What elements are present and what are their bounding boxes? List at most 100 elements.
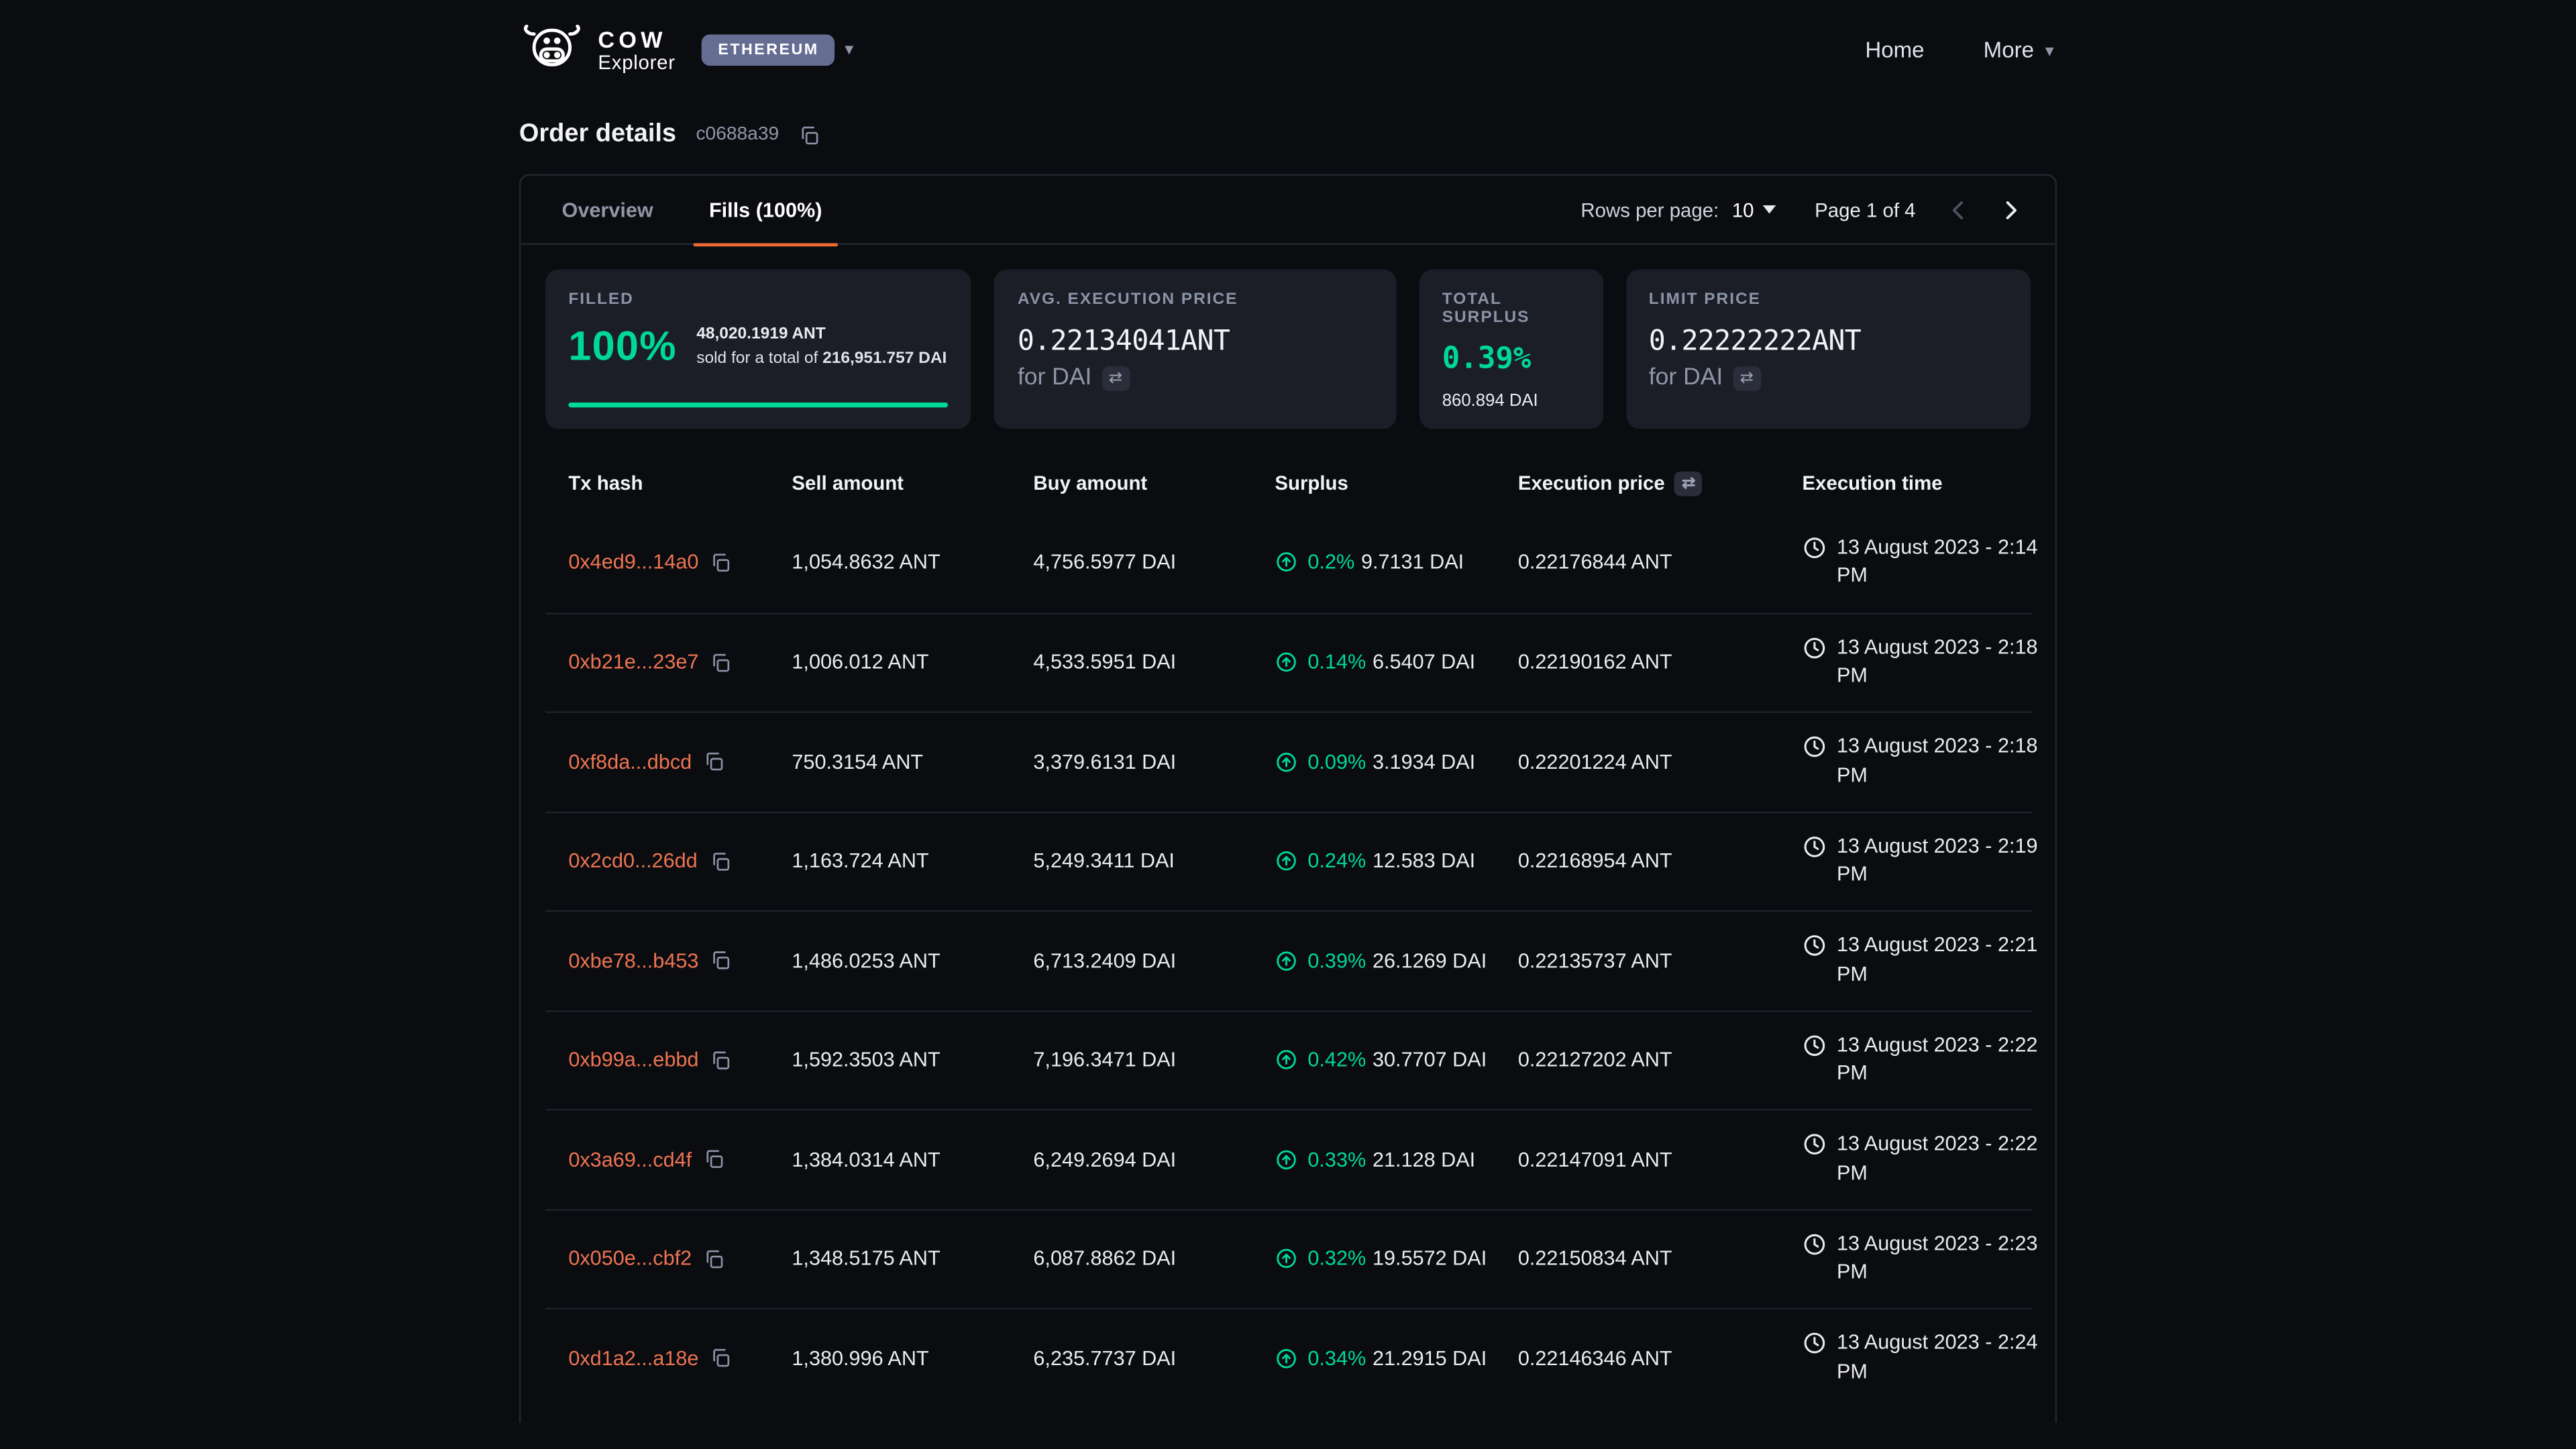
tx-hash-link[interactable]: 0xf8da...dbcd <box>568 751 692 773</box>
execution-price: 0.22190162 ANT <box>1495 651 1780 674</box>
main-nav: Home More▼ <box>1865 38 2057 62</box>
surplus-cell: 0.42% 30.7707 DAI <box>1252 1049 1495 1071</box>
execution-time: 13 August 2023 - 2:18 PM <box>1779 733 2047 791</box>
surplus-amount: 30.7707 DAI <box>1373 1049 1487 1071</box>
rows-per-page-label: Rows per page: <box>1580 198 1719 221</box>
swap-currency-icon[interactable]: ⇄ <box>1733 366 1761 390</box>
execution-time-text: 13 August 2023 - 2:18 PM <box>1837 733 2047 791</box>
network-chevron-down-icon[interactable]: ▼ <box>842 43 857 58</box>
previous-page-button[interactable] <box>1939 190 1978 229</box>
surplus-cell: 0.2% 9.7131 DAI <box>1252 551 1495 574</box>
copy-tx-hash-icon[interactable] <box>710 1049 732 1071</box>
cow-explorer-logo[interactable]: COW Explorer <box>519 23 676 77</box>
clock-icon <box>1803 1132 1827 1157</box>
next-page-button[interactable] <box>1991 190 2031 229</box>
swap-currency-icon[interactable]: ⇄ <box>1102 366 1130 390</box>
copy-tx-hash-icon[interactable] <box>703 751 724 773</box>
clock-icon <box>1803 535 1827 560</box>
page-title: Order details <box>519 120 676 150</box>
surplus-percent: 0.14% <box>1307 651 1366 674</box>
fills-table-header: Tx hash Sell amount Buy amount Surplus E… <box>545 453 2032 513</box>
copy-tx-hash-icon[interactable] <box>710 1348 732 1369</box>
copy-tx-hash-icon[interactable] <box>710 652 732 674</box>
tx-hash-link[interactable]: 0x3a69...cd4f <box>568 1148 692 1171</box>
surplus-amount: 9.7131 DAI <box>1361 551 1464 574</box>
rows-per-page-caret-icon <box>1762 205 1776 213</box>
sell-amount: 1,006.012 ANT <box>769 651 1010 674</box>
tab-overview[interactable]: Overview <box>545 175 669 244</box>
tx-hash-link[interactable]: 0xd1a2...a18e <box>568 1347 698 1370</box>
execution-time: 13 August 2023 - 2:21 PM <box>1779 932 2047 989</box>
logo-text-cow: COW <box>598 28 675 52</box>
execution-time: 13 August 2023 - 2:24 PM <box>1779 1330 2047 1387</box>
surplus-percent: 0.34% <box>1307 1347 1366 1370</box>
surplus-amount: 21.2915 DAI <box>1373 1347 1487 1370</box>
execution-time-text: 13 August 2023 - 2:23 PM <box>1837 1230 2047 1288</box>
surplus-cell: 0.33% 21.128 DAI <box>1252 1148 1495 1171</box>
app-header: COW Explorer ETHEREUM ▼ Home More▼ <box>0 0 2576 77</box>
nav-home[interactable]: Home <box>1865 38 1924 62</box>
nav-more[interactable]: More▼ <box>1984 38 2057 62</box>
filled-amount: 48,020.1919 ANT <box>696 325 825 343</box>
copy-tx-hash-icon[interactable] <box>703 1148 724 1170</box>
price-swap-icon[interactable]: ⇄ <box>1674 471 1703 496</box>
tx-hash-link[interactable]: 0xb21e...23e7 <box>568 651 698 674</box>
tx-hash-link[interactable]: 0xbe78...b453 <box>568 949 698 972</box>
buy-amount: 4,756.5977 DAI <box>1010 551 1252 574</box>
execution-time: 13 August 2023 - 2:19 PM <box>1779 833 2047 890</box>
surplus-cell: 0.14% 6.5407 DAI <box>1252 651 1495 674</box>
surplus-up-icon <box>1275 751 1297 773</box>
execution-time: 13 August 2023 - 2:22 PM <box>1779 1131 2047 1189</box>
total-surplus-percent: 0.39% <box>1442 341 1580 376</box>
rows-per-page-select[interactable]: 10 <box>1732 198 1776 221</box>
column-sell-amount: Sell amount <box>769 472 1010 494</box>
copy-tx-hash-icon[interactable] <box>709 851 731 872</box>
tx-hash-link[interactable]: 0x2cd0...26dd <box>568 850 697 873</box>
copy-tx-hash-icon[interactable] <box>710 950 732 971</box>
surplus-cell: 0.09% 3.1934 DAI <box>1252 751 1495 773</box>
execution-price: 0.22146346 ANT <box>1495 1347 1780 1370</box>
surplus-percent: 0.2% <box>1307 551 1354 574</box>
tx-hash-link[interactable]: 0x050e...cbf2 <box>568 1247 692 1270</box>
avg-execution-price-value: 0.22134041ANT <box>1018 325 1373 358</box>
tx-hash-link[interactable]: 0xb99a...ebbd <box>568 1049 698 1071</box>
execution-price: 0.22150834 ANT <box>1495 1247 1780 1270</box>
buy-amount: 6,087.8862 DAI <box>1010 1247 1252 1270</box>
network-badge[interactable]: ETHEREUM <box>702 34 835 66</box>
execution-time: 13 August 2023 - 2:22 PM <box>1779 1031 2047 1089</box>
copy-order-id-icon[interactable] <box>799 124 820 146</box>
execution-time-text: 13 August 2023 - 2:22 PM <box>1837 1031 2047 1089</box>
surplus-cell: 0.34% 21.2915 DAI <box>1252 1347 1495 1370</box>
table-row: 0xbe78...b453 1,486.0253 ANT 6,713.2409 … <box>545 910 2032 1010</box>
surplus-percent: 0.09% <box>1307 751 1366 773</box>
table-row: 0xf8da...dbcd 750.3154 ANT 3,379.6131 DA… <box>545 711 2032 810</box>
surplus-up-icon <box>1275 949 1297 972</box>
clock-icon <box>1803 1033 1827 1058</box>
column-execution-time: Execution time <box>1779 472 2032 494</box>
avg-execution-price-label: AVG. EXECUTION PRICE <box>1018 290 1373 309</box>
limit-price-label: LIMIT PRICE <box>1649 290 2008 309</box>
sold-total-line: sold for a total of 216,951.757 DAI <box>696 349 947 367</box>
avg-execution-price-card: AVG. EXECUTION PRICE 0.22134041ANT for D… <box>995 270 1397 429</box>
surplus-up-icon <box>1275 1347 1297 1370</box>
surplus-amount: 19.5572 DAI <box>1373 1247 1487 1270</box>
execution-time-text: 13 August 2023 - 2:21 PM <box>1837 932 2047 989</box>
surplus-up-icon <box>1275 551 1297 574</box>
surplus-up-icon <box>1275 1247 1297 1270</box>
sell-amount: 1,163.724 ANT <box>769 850 1010 873</box>
execution-price: 0.22201224 ANT <box>1495 751 1780 773</box>
tx-hash-link[interactable]: 0x4ed9...14a0 <box>568 551 698 574</box>
copy-tx-hash-icon[interactable] <box>703 1248 724 1270</box>
sell-amount: 1,384.0314 ANT <box>769 1148 1010 1171</box>
tab-fills[interactable]: Fills (100%) <box>692 175 838 244</box>
column-execution-price: Execution price ⇄ <box>1495 471 1780 496</box>
sell-amount: 1,054.8632 ANT <box>769 551 1010 574</box>
clock-icon <box>1803 1331 1827 1356</box>
copy-tx-hash-icon[interactable] <box>710 551 732 573</box>
fills-table: Tx hash Sell amount Buy amount Surplus E… <box>545 453 2032 1407</box>
order-details-panel: Overview Fills (100%) Rows per page: 10 … <box>519 174 2057 1423</box>
clock-icon <box>1803 635 1827 660</box>
execution-price: 0.22135737 ANT <box>1495 949 1780 972</box>
execution-time: 13 August 2023 - 2:14 PM <box>1779 533 2047 591</box>
surplus-amount: 26.1269 DAI <box>1373 949 1487 972</box>
